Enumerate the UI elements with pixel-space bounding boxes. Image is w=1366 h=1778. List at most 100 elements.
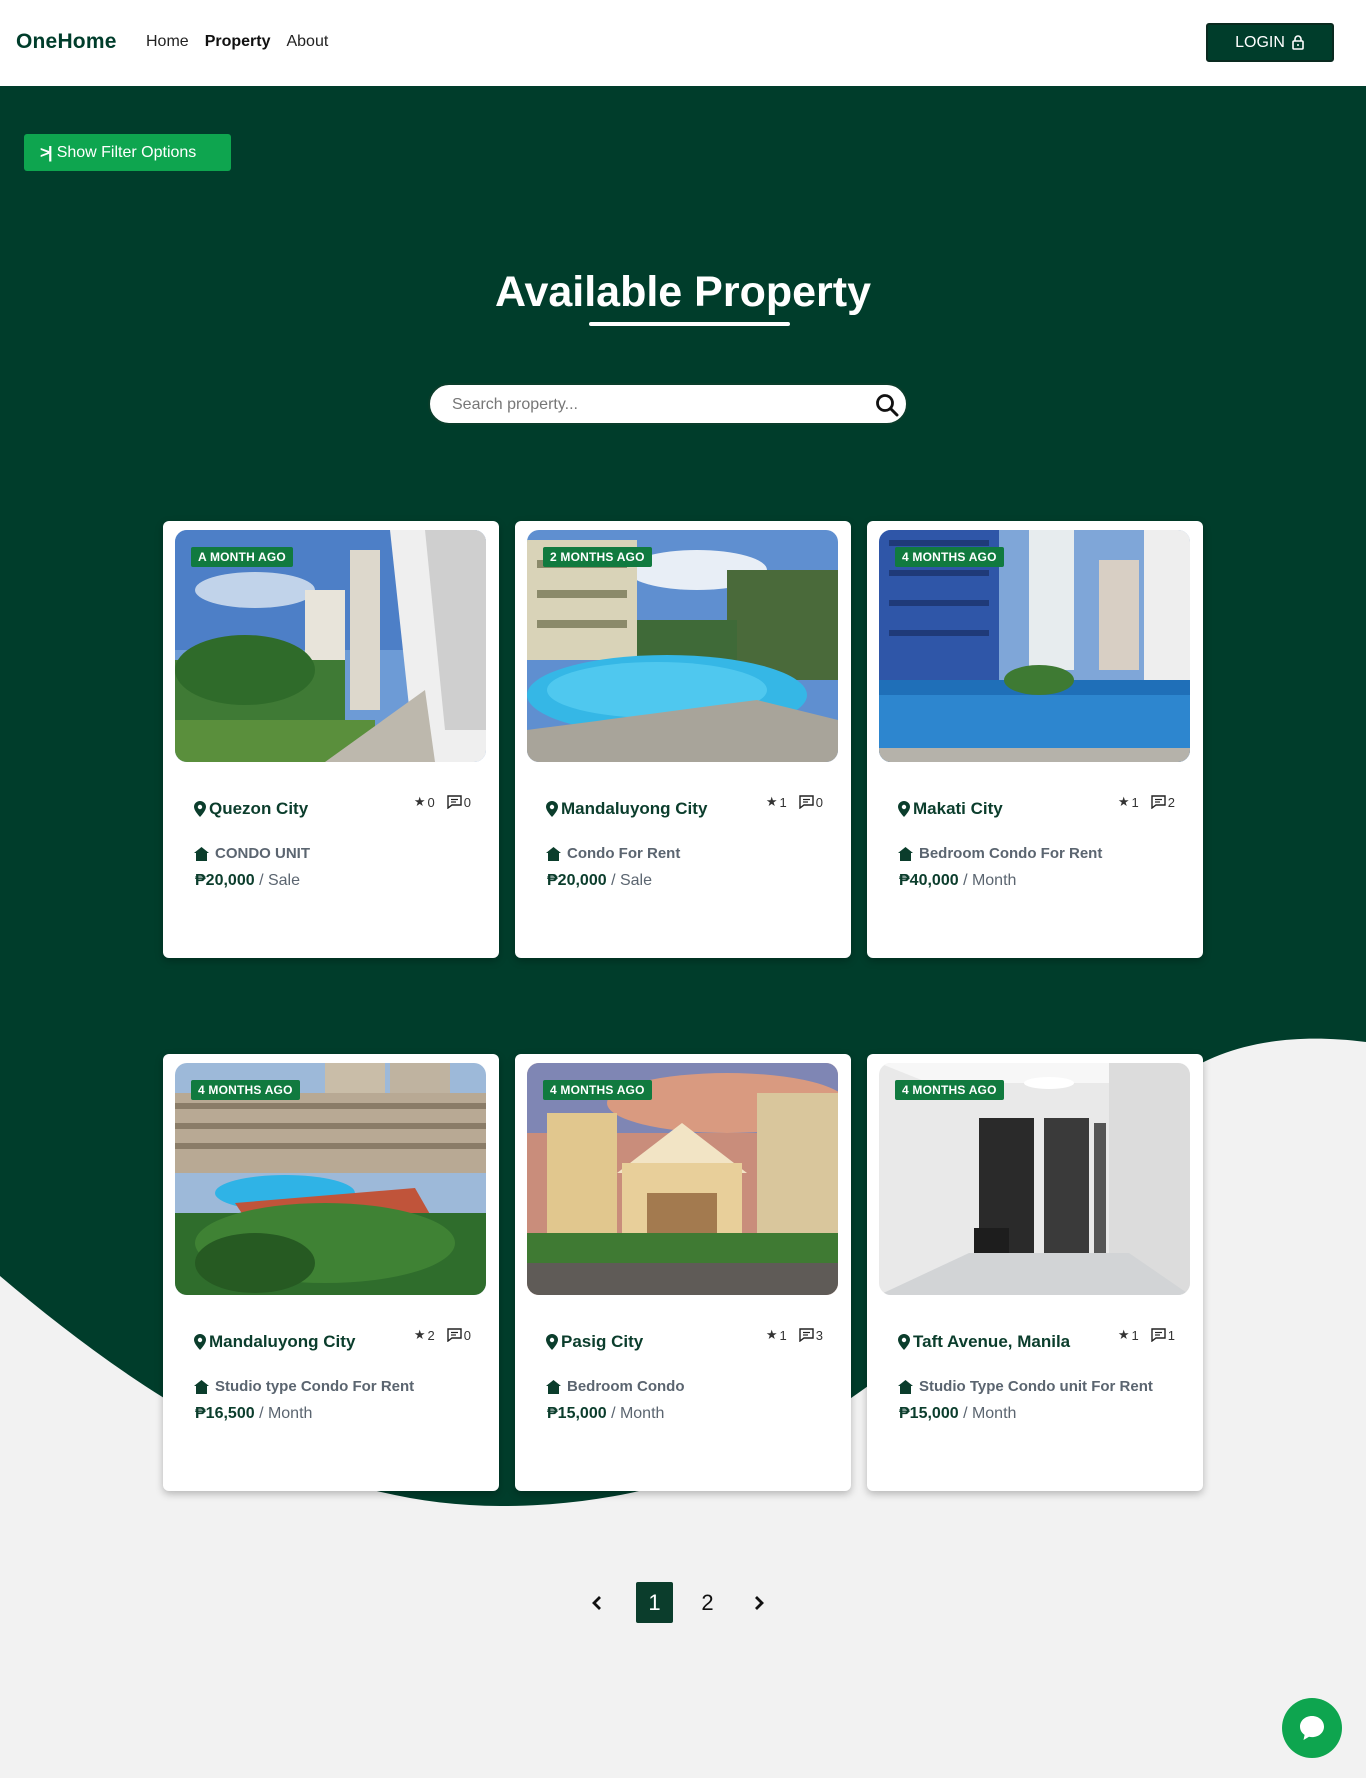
- rating-count: 1: [779, 1327, 787, 1343]
- property-type-label: Condo For Rent: [567, 845, 681, 862]
- location-label: Pasig City: [561, 1332, 644, 1351]
- map-pin-icon: [546, 1334, 558, 1350]
- home-icon: [546, 846, 561, 861]
- price-amount: ₱20,000: [195, 872, 255, 889]
- nav-links: Home Property About: [146, 33, 328, 51]
- property-card[interactable]: 4 MONTHS AGO Mandaluyong City ★ 2 0 Studi…: [163, 1054, 499, 1491]
- chat-button[interactable]: [1282, 1698, 1342, 1758]
- listing-location: Makati City: [898, 799, 1003, 819]
- nav-link-home[interactable]: Home: [146, 33, 189, 51]
- home-icon: [194, 846, 209, 861]
- comment-icon: [799, 1328, 814, 1342]
- sidebar-open-icon: >|: [40, 142, 53, 162]
- page-2-button[interactable]: 2: [689, 1582, 726, 1623]
- comment-count: 0: [463, 794, 471, 810]
- listing-age-badge: 4 MONTHS AGO: [543, 1080, 652, 1100]
- property-type-label: CONDO UNIT: [215, 845, 310, 862]
- map-pin-icon: [898, 801, 910, 817]
- listing-stats: ★ 1 3: [766, 1327, 823, 1343]
- map-pin-icon: [194, 1334, 206, 1350]
- property-type: Bedroom Condo For Rent: [898, 845, 1102, 862]
- rating-count: 2: [427, 1327, 435, 1343]
- comment-count: 0: [463, 1327, 471, 1343]
- brand-logo[interactable]: OneHome: [16, 30, 117, 54]
- property-photo[interactable]: 4 MONTHS AGO: [175, 1063, 486, 1295]
- home-icon: [546, 1379, 561, 1394]
- property-type: Studio type Condo For Rent: [194, 1378, 414, 1395]
- map-pin-icon: [546, 801, 558, 817]
- listing-price: ₱40,000 / Month: [899, 872, 1016, 890]
- listing-price: ₱20,000 / Sale: [547, 872, 652, 890]
- price-term: / Month: [611, 1405, 665, 1422]
- pagination: 1 2: [586, 1582, 770, 1623]
- property-type: CONDO UNIT: [194, 845, 310, 862]
- home-icon: [898, 846, 913, 861]
- chevron-right-icon: [755, 1595, 764, 1610]
- page-1-button[interactable]: 1: [636, 1582, 673, 1623]
- property-photo[interactable]: 2 MONTHS AGO: [527, 530, 838, 762]
- listing-stats: ★ 1 1: [1118, 1327, 1175, 1343]
- price-term: / Month: [259, 1405, 313, 1422]
- comment-count: 1: [1167, 1327, 1175, 1343]
- next-page-button[interactable]: [748, 1592, 770, 1614]
- show-filter-button[interactable]: >| Show Filter Options: [24, 134, 231, 171]
- star-icon: ★: [765, 1327, 778, 1342]
- listing-age-badge: 4 MONTHS AGO: [895, 1080, 1004, 1100]
- comment-count: 2: [1167, 794, 1175, 810]
- star-icon: ★: [413, 794, 426, 809]
- price-amount: ₱15,000: [899, 1405, 959, 1422]
- property-type-label: Bedroom Condo: [567, 1378, 685, 1395]
- property-card[interactable]: 4 MONTHS AGO Taft Avenue, Manila ★ 1 1 St…: [867, 1054, 1203, 1491]
- property-photo[interactable]: 4 MONTHS AGO: [879, 1063, 1190, 1295]
- rating-count: 1: [1131, 794, 1139, 810]
- property-photo[interactable]: 4 MONTHS AGO: [527, 1063, 838, 1295]
- listing-age-badge: 4 MONTHS AGO: [191, 1080, 300, 1100]
- listing-age-badge: A MONTH AGO: [191, 547, 293, 567]
- price-term: / Sale: [259, 872, 300, 889]
- listing-location: Mandaluyong City: [194, 1332, 355, 1352]
- listing-location: Mandaluyong City: [546, 799, 707, 819]
- comment-icon: [1151, 795, 1166, 809]
- title-underline: [589, 322, 790, 326]
- previous-page-button[interactable]: [586, 1592, 608, 1614]
- property-type-label: Studio type Condo For Rent: [215, 1378, 415, 1395]
- listing-price: ₱15,000 / Month: [547, 1405, 664, 1423]
- lock-icon: [1292, 35, 1304, 50]
- price-term: / Month: [963, 1405, 1017, 1422]
- listing-price: ₱16,500 / Month: [195, 1405, 312, 1423]
- map-pin-icon: [898, 1334, 910, 1350]
- comment-icon: [1151, 1328, 1166, 1342]
- listing-price: ₱15,000 / Month: [899, 1405, 1016, 1423]
- location-label: Mandaluyong City: [209, 1332, 356, 1351]
- nav-link-property[interactable]: Property: [205, 33, 271, 51]
- login-button[interactable]: LOGIN: [1206, 23, 1334, 62]
- rating-count: 0: [427, 794, 435, 810]
- price-term: / Month: [963, 872, 1017, 889]
- comment-icon: [447, 1328, 462, 1342]
- filter-label: Show Filter Options: [56, 143, 197, 161]
- listing-price: ₱20,000 / Sale: [195, 872, 300, 890]
- listing-location: Taft Avenue, Manila: [898, 1332, 1070, 1352]
- star-icon: ★: [1117, 1327, 1130, 1342]
- property-card[interactable]: 4 MONTHS AGO Pasig City ★ 1 3 Bedroom Con…: [515, 1054, 851, 1491]
- search-icon[interactable]: [874, 392, 900, 418]
- home-icon: [898, 1379, 913, 1394]
- listing-location: Pasig City: [546, 1332, 643, 1352]
- property-card[interactable]: A MONTH AGO Quezon City ★ 0 0 CONDO UNIT …: [163, 521, 499, 958]
- location-label: Quezon City: [209, 799, 309, 818]
- property-card[interactable]: 2 MONTHS AGO Mandaluyong City ★ 1 0 Condo…: [515, 521, 851, 958]
- chevron-left-icon: [592, 1595, 601, 1610]
- nav-link-about[interactable]: About: [286, 33, 328, 51]
- search-bar: [428, 383, 908, 425]
- price-amount: ₱20,000: [547, 872, 607, 889]
- location-label: Mandaluyong City: [561, 799, 708, 818]
- property-photo[interactable]: 4 MONTHS AGO: [879, 530, 1190, 762]
- property-card[interactable]: 4 MONTHS AGO Makati City ★ 1 2 Bedroom Co…: [867, 521, 1203, 958]
- chat-bubble-icon: [1300, 1716, 1324, 1740]
- property-type: Bedroom Condo: [546, 1378, 685, 1395]
- property-photo[interactable]: A MONTH AGO: [175, 530, 486, 762]
- property-type-label: Studio Type Condo unit For Rent: [919, 1378, 1153, 1395]
- search-input[interactable]: [452, 393, 852, 417]
- rating-count: 1: [1131, 1327, 1139, 1343]
- property-type: Condo For Rent: [546, 845, 680, 862]
